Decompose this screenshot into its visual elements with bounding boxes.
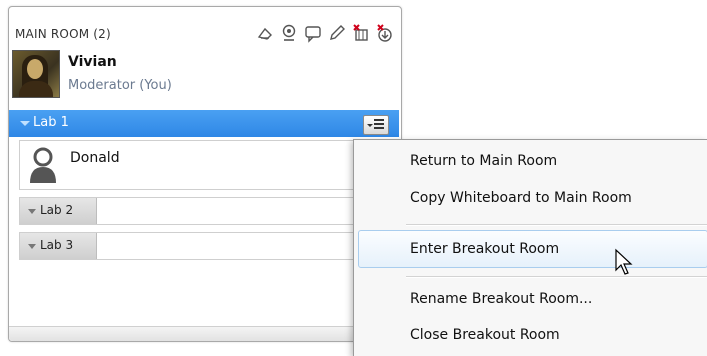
- room-row-lab-3[interactable]: Lab 3: [19, 232, 400, 260]
- menu-separator: [406, 276, 707, 278]
- expand-arrow-icon[interactable]: [28, 244, 36, 249]
- menu-item-return-main-room[interactable]: Return to Main Room: [354, 143, 707, 179]
- room-row-lab-2[interactable]: Lab 2: [19, 197, 400, 225]
- user-silhouette-icon: [28, 147, 58, 183]
- menu-item-label: Return to Main Room: [410, 153, 558, 169]
- room-label: Lab 1: [33, 115, 69, 130]
- pointer-hand-icon[interactable]: [255, 23, 275, 43]
- mouse-cursor-icon: [613, 248, 639, 276]
- webcam-icon[interactable]: [279, 23, 299, 43]
- room-label: Lab 3: [40, 238, 74, 252]
- member-name: Donald: [70, 150, 120, 166]
- user-role: Moderator (You): [68, 78, 172, 93]
- room-row-lab-1[interactable]: Lab 1: [9, 110, 399, 137]
- room-toolbar: [255, 23, 395, 43]
- user-avatar: [12, 50, 60, 98]
- member-row[interactable]: Donald: [19, 140, 400, 190]
- delete-download-icon[interactable]: [375, 23, 395, 43]
- room-title: MAIN ROOM (2): [15, 27, 111, 41]
- room-menu-button[interactable]: [363, 115, 389, 135]
- room-tag: Lab 3: [20, 233, 97, 259]
- collapse-arrow-icon[interactable]: [20, 121, 30, 126]
- menu-item-close-breakout-room[interactable]: Close Breakout Room: [354, 317, 707, 353]
- current-user-row: Vivian Moderator (You): [12, 48, 312, 102]
- pencil-icon[interactable]: [327, 23, 347, 43]
- menu-item-label: Rename Breakout Room...: [410, 291, 593, 307]
- menu-separator: [406, 224, 707, 226]
- menu-item-enter-breakout-room[interactable]: Enter Breakout Room: [358, 230, 707, 268]
- dropdown-arrow-icon: [367, 124, 373, 127]
- room-context-menu: Return to Main Room Copy Whiteboard to M…: [353, 139, 707, 356]
- room-tag: Lab 2: [20, 198, 97, 224]
- expand-arrow-icon[interactable]: [28, 209, 36, 214]
- menu-item-label: Copy Whiteboard to Main Room: [410, 190, 632, 206]
- chat-bubble-icon[interactable]: [303, 23, 323, 43]
- delete-room-icon[interactable]: [351, 23, 371, 43]
- user-name: Vivian: [68, 54, 117, 70]
- menu-lines-icon: [374, 119, 384, 131]
- menu-item-label: Close Breakout Room: [410, 327, 560, 343]
- menu-item-label: Enter Breakout Room: [410, 241, 560, 257]
- room-label: Lab 2: [40, 203, 74, 217]
- menu-item-copy-whiteboard[interactable]: Copy Whiteboard to Main Room: [354, 180, 707, 216]
- menu-item-rename-breakout-room[interactable]: Rename Breakout Room...: [354, 281, 707, 317]
- panel-footer: [9, 326, 401, 341]
